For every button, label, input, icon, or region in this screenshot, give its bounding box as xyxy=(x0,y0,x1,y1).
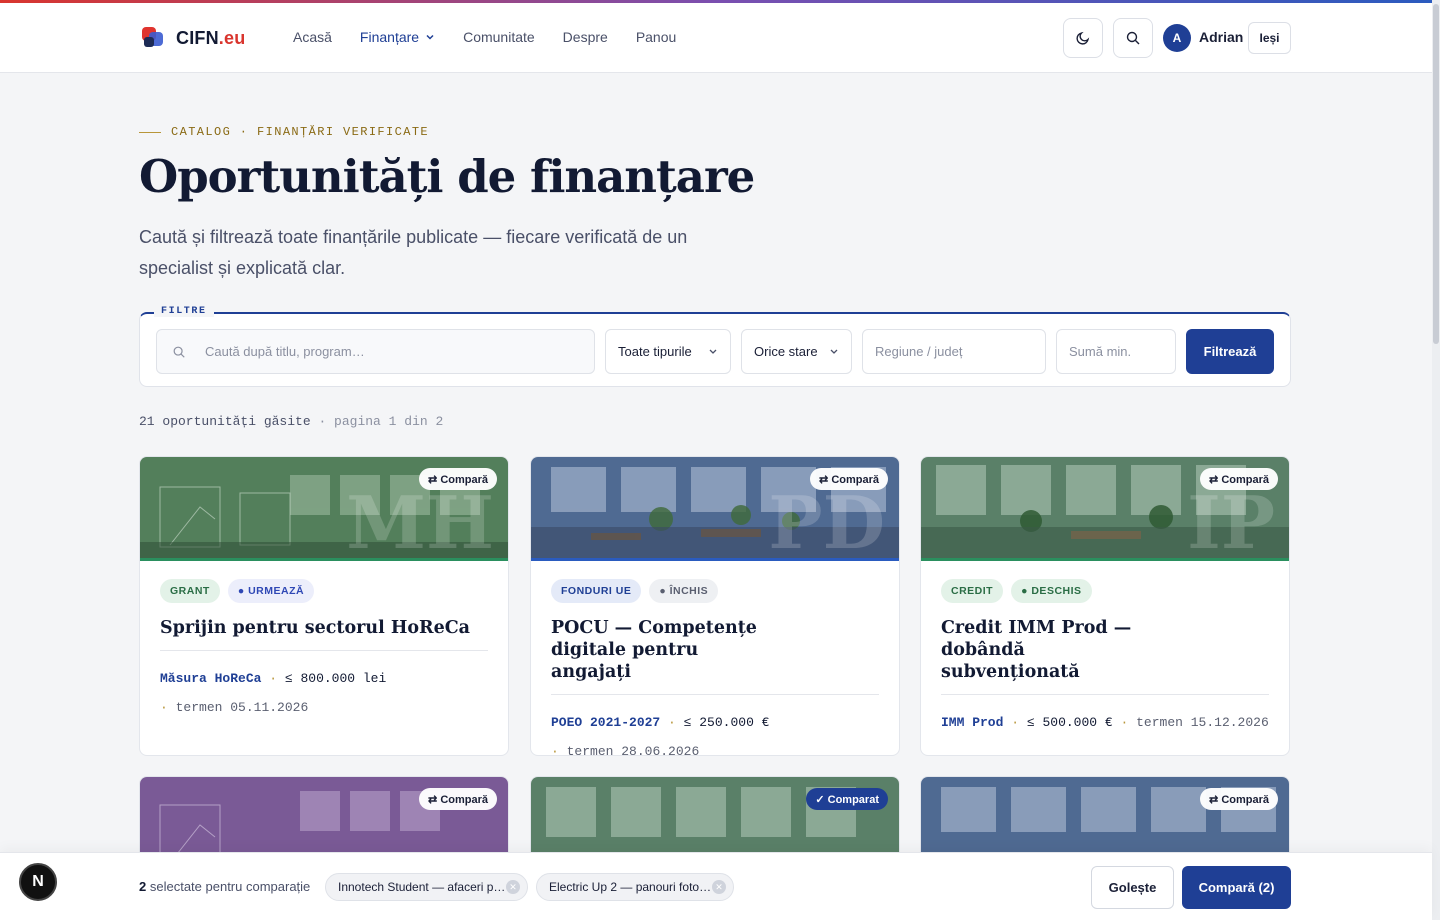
theme-toggle-button[interactable] xyxy=(1063,18,1103,58)
funding-card[interactable]: MH ⇄ Compară GRANT ● URMEAZĂ Sprijin pent… xyxy=(139,456,509,756)
funding-card[interactable]: PD ⇄ Compară FONDURI UE ● ÎNCHIS POCU — C… xyxy=(530,456,900,756)
card-title[interactable]: POCU — Competențe digitale pentru angaja… xyxy=(551,617,879,695)
nav-funding[interactable]: Finanțare xyxy=(360,29,435,45)
filter-button[interactable]: Filtrează xyxy=(1186,329,1274,374)
card-deadline: termen 28.06.2026 xyxy=(566,744,700,756)
moon-icon xyxy=(1076,31,1090,45)
logo-icon xyxy=(142,27,164,49)
type-badge: FONDURI UE xyxy=(551,579,642,603)
compare-toggle[interactable]: ⇄ Compară xyxy=(419,468,497,490)
compare-chip-label: Electric Up 2 — panouri foto… xyxy=(549,880,712,894)
card-meta: POEO 2021-2027 · ≤ 250.000 € · termen 28… xyxy=(551,708,879,756)
status-badge: ● DESCHIS xyxy=(1011,579,1092,603)
page-title: Oportunități de finanțare xyxy=(139,150,755,203)
eyebrow-rule xyxy=(139,131,161,133)
nav-home[interactable]: Acasă xyxy=(293,29,332,45)
close-icon[interactable]: ✕ xyxy=(712,880,726,894)
close-icon[interactable]: ✕ xyxy=(506,880,520,894)
card-meta: Măsura HoReCa · ≤ 800.000 lei · termen 0… xyxy=(160,671,387,715)
card-watermark: PD xyxy=(768,480,885,561)
status-badge: ● URMEAZĂ xyxy=(227,579,315,603)
card-program: IMM Prod xyxy=(941,715,1004,730)
type-badge: CREDIT xyxy=(941,579,1004,603)
filters-legend: FILTRE xyxy=(154,306,214,317)
card-amount: ≤ 500.000 € xyxy=(1026,715,1113,730)
card-deadline: termen 05.11.2026 xyxy=(175,700,309,715)
nav-funding-label: Finanțare xyxy=(359,29,420,45)
card-deadline: termen 15.12.2026 xyxy=(1136,715,1269,730)
amount-input[interactable]: Sumă min. xyxy=(1056,329,1176,374)
status-select[interactable]: Orice stare xyxy=(741,329,852,374)
compare-count: 2 xyxy=(139,879,147,894)
card-amount: ≤ 250.000 € xyxy=(683,715,770,730)
results-count-text: 21 oportunități găsite xyxy=(139,414,311,429)
card-watermark: MH xyxy=(346,480,494,561)
compare-chip: Electric Up 2 — panouri foto… ✕ xyxy=(536,873,734,901)
type-select-value: Toate tipurile xyxy=(618,344,692,359)
chevron-down-icon xyxy=(709,349,717,354)
search-icon xyxy=(1126,31,1140,45)
logout-button[interactable]: Ieși xyxy=(1248,22,1291,54)
compare-label-text: selectate pentru comparație xyxy=(149,879,311,894)
page-subtitle: Caută și filtrează toate finanțările pub… xyxy=(139,227,688,278)
logo-name: CIFN xyxy=(176,27,219,48)
chevron-down-icon xyxy=(426,34,434,40)
user-name: Adrian xyxy=(1199,29,1244,45)
nav-community[interactable]: Comunitate xyxy=(463,29,535,45)
card-meta: IMM Prod · ≤ 500.000 € · termen 15.12.20… xyxy=(941,715,1269,730)
region-input[interactable]: Regiune / județ xyxy=(862,329,1046,374)
compare-toggle[interactable]: ⇄ Compară xyxy=(1200,788,1278,810)
search-input[interactable]: Caută după titlu, program… xyxy=(156,329,595,374)
results-page: · pagina 1 din 2 xyxy=(318,414,444,429)
funding-card[interactable]: IP ⇄ Compară CREDIT ● DESCHIS Credit IMM … xyxy=(920,456,1290,756)
card-amount: ≤ 800.000 lei xyxy=(284,671,387,686)
compare-chip-label: Innotech Student — afaceri p… xyxy=(338,880,506,894)
logo[interactable]: CIFN.eu xyxy=(142,27,245,49)
amount-placeholder: Sumă min. xyxy=(1069,344,1132,359)
dev-tools-badge[interactable]: N xyxy=(19,863,57,901)
filters-panel: FILTRE Caută după titlu, program… Toate … xyxy=(139,306,1291,387)
type-select[interactable]: Toate tipurile xyxy=(605,329,731,374)
card-program: POEO 2021-2027 xyxy=(551,715,661,730)
nav-about[interactable]: Despre xyxy=(563,29,608,45)
chevron-down-icon xyxy=(830,349,838,354)
main-nav: Acasă Finanțare Comunitate Despre Panou xyxy=(293,29,676,45)
compare-count-label: 2 selectate pentru comparație xyxy=(139,879,310,894)
card-watermark: IP xyxy=(1187,480,1275,561)
card-image: MH ⇄ Compară xyxy=(140,457,508,561)
type-badge: GRANT xyxy=(160,579,220,603)
status-select-value: Orice stare xyxy=(754,344,818,359)
eyebrow-text: CATALOG · FINANȚĂRI VERIFICATE xyxy=(171,125,430,139)
compare-bar: 2 selectate pentru comparație Innotech S… xyxy=(0,852,1432,920)
avatar[interactable]: A xyxy=(1163,24,1191,52)
card-program: Măsura HoReCa xyxy=(160,671,262,686)
site-header: CIFN.eu Acasă Finanțare Comunitate Despr… xyxy=(0,3,1432,73)
status-badge: ● ÎNCHIS xyxy=(649,579,719,603)
card-title[interactable]: Credit IMM Prod — dobândă subvenționată xyxy=(941,617,1269,695)
compare-toggle[interactable]: ⇄ Compară xyxy=(419,788,497,810)
eyebrow: CATALOG · FINANȚĂRI VERIFICATE xyxy=(139,125,429,139)
scrollbar-thumb[interactable] xyxy=(1433,4,1439,344)
compare-button[interactable]: Compară (2) xyxy=(1182,866,1291,909)
search-icon xyxy=(173,346,185,358)
card-image: IP ⇄ Compară xyxy=(921,457,1289,561)
compare-chip: Innotech Student — afaceri p… ✕ xyxy=(325,873,528,901)
card-title[interactable]: Sprijin pentru sectorul HoReCa xyxy=(160,617,488,651)
region-placeholder: Regiune / județ xyxy=(875,344,963,359)
nav-panel[interactable]: Panou xyxy=(636,29,676,45)
compare-toggle-selected[interactable]: ✓ Comparat xyxy=(806,788,888,810)
compare-toggle[interactable]: ⇄ Compară xyxy=(810,468,888,490)
card-image: PD ⇄ Compară xyxy=(531,457,899,561)
compare-toggle[interactable]: ⇄ Compară xyxy=(1200,468,1278,490)
results-count: 21 oportunități găsite · pagina 1 din 2 xyxy=(139,414,443,429)
search-button[interactable] xyxy=(1113,18,1153,58)
page-scrollbar[interactable] xyxy=(1432,0,1440,920)
clear-button[interactable]: Golește xyxy=(1091,866,1174,909)
logo-tld: .eu xyxy=(218,27,246,48)
search-placeholder: Caută după titlu, program… xyxy=(205,344,365,359)
